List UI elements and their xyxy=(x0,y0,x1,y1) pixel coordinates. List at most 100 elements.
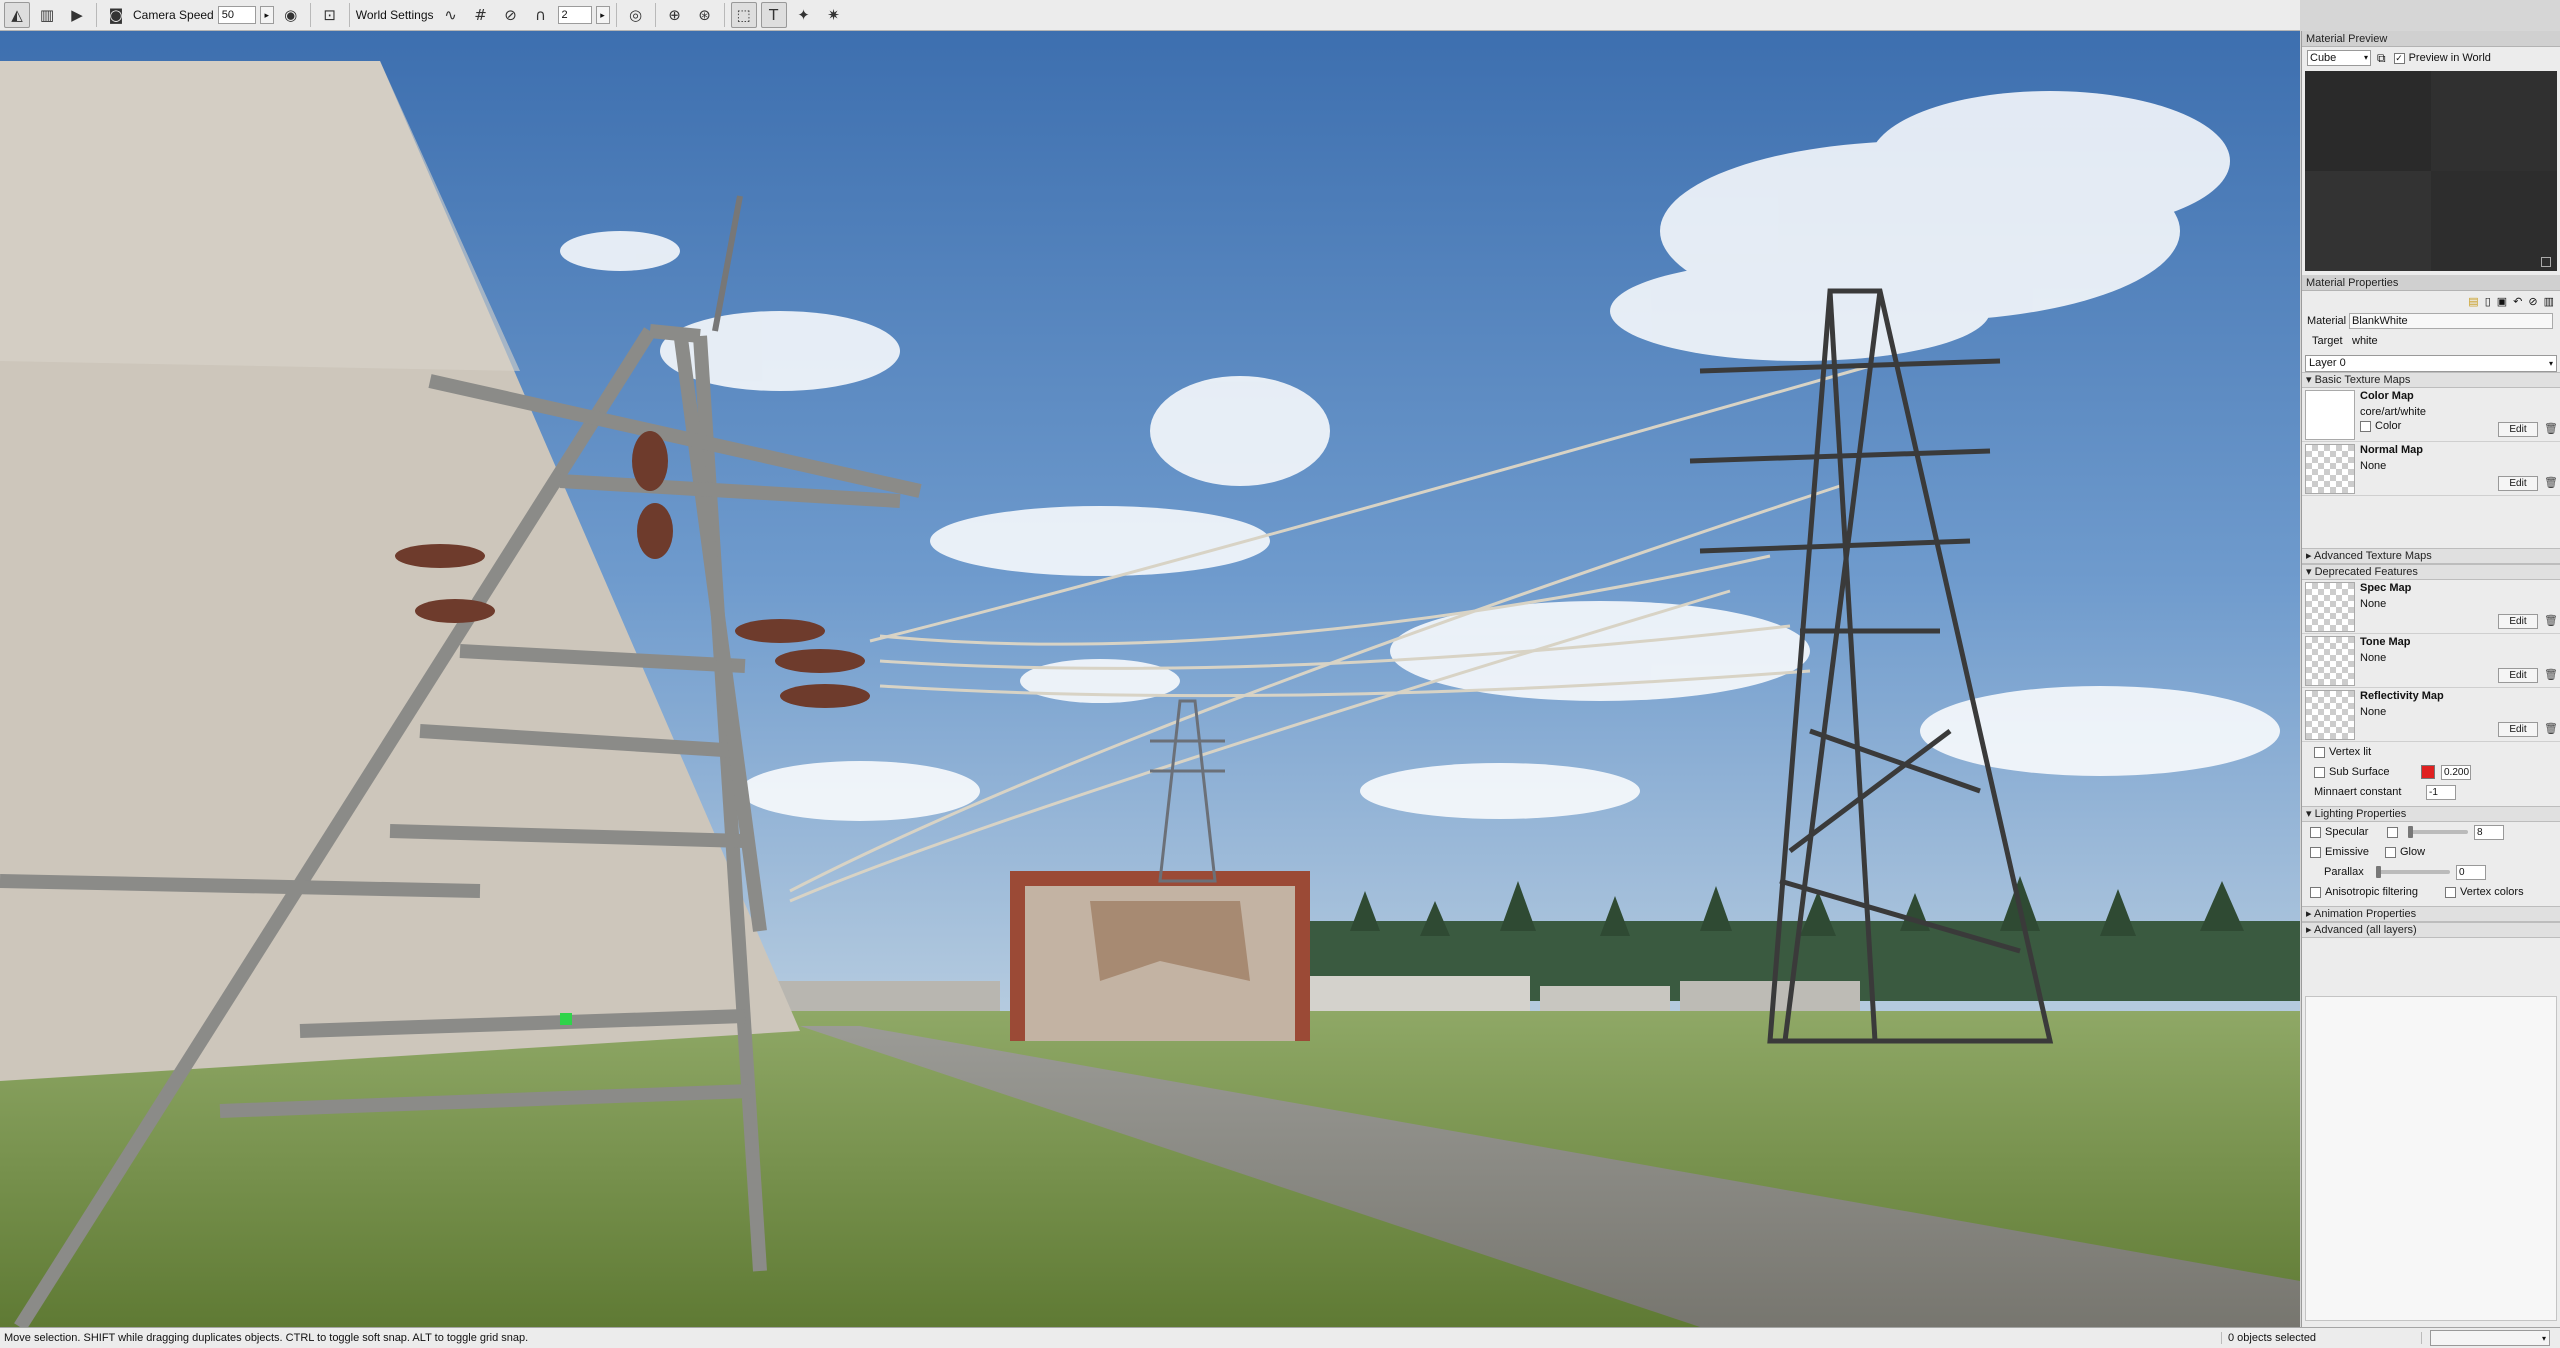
color-map-row: Color Map core/art/white Color Edit 🗑 xyxy=(2302,388,2560,442)
preview-in-world-label: Preview in World xyxy=(2408,52,2491,64)
spec-map-row: Spec Map None Edit 🗑 xyxy=(2302,580,2560,634)
tone-map-edit-button[interactable]: Edit xyxy=(2498,668,2538,683)
tone-map-row: Tone Map None Edit 🗑 xyxy=(2302,634,2560,688)
separator xyxy=(309,3,311,27)
sub-surface-color-swatch[interactable] xyxy=(2421,765,2435,779)
snap-magnet-icon[interactable]: ∩ xyxy=(528,2,554,28)
tone-map-title: Tone Map xyxy=(2360,636,2411,648)
chevron-down-icon: ▾ xyxy=(2363,53,2368,62)
anisotropic-label: Anisotropic filtering xyxy=(2325,886,2418,898)
glow-checkbox[interactable] xyxy=(2385,846,2396,858)
vertex-lit-checkbox[interactable] xyxy=(2314,746,2325,758)
specular-checkbox[interactable] xyxy=(2310,826,2321,838)
material-preview-viewport[interactable] xyxy=(2305,71,2557,271)
camera-speed-arrow-icon[interactable]: ▸ xyxy=(259,6,274,24)
specular-value[interactable]: 8 xyxy=(2474,824,2504,840)
sub-surface-value[interactable]: 0.200 xyxy=(2441,764,2471,780)
specular-slider[interactable] xyxy=(2408,826,2468,838)
color-map-title: Color Map xyxy=(2360,390,2414,402)
trash-icon[interactable]: 🗑 xyxy=(2544,668,2558,683)
preview-in-world-checkbox[interactable]: ✓ xyxy=(2393,52,2405,64)
reflectivity-map-title: Reflectivity Map xyxy=(2360,690,2444,702)
color-checkbox[interactable] xyxy=(2360,420,2371,432)
color-map-edit-button[interactable]: Edit xyxy=(2498,422,2538,437)
normal-map-title: Normal Map xyxy=(2360,444,2423,456)
section-advanced-texture-maps[interactable]: ▸ Advanced Texture Maps xyxy=(2302,548,2560,564)
section-animation-properties[interactable]: ▸ Animation Properties xyxy=(2302,906,2560,922)
parallax-value[interactable]: 0 xyxy=(2456,864,2486,880)
section-advanced-all-layers[interactable]: ▸ Advanced (all layers) xyxy=(2302,922,2560,938)
spec-map-thumbnail[interactable] xyxy=(2305,582,2355,632)
color-map-thumbnail[interactable] xyxy=(2305,390,2355,440)
status-dropdown[interactable]: ▾ xyxy=(2430,1330,2550,1346)
play-game-icon[interactable]: ▶ xyxy=(64,2,90,28)
new-material-icon[interactable]: ▯ xyxy=(2485,295,2491,308)
visibility-eye-icon[interactable]: ◉ xyxy=(278,2,304,28)
explode-prefab-icon[interactable]: ✷ xyxy=(821,2,847,28)
layer-select[interactable]: Layer 0 ▾ xyxy=(2305,355,2557,372)
reflectivity-map-edit-button[interactable]: Edit xyxy=(2498,722,2538,737)
trash-icon[interactable]: 🗑 xyxy=(2544,476,2558,491)
grid-snap-icon[interactable]: # xyxy=(468,2,494,28)
chevron-down-icon: ▾ xyxy=(2541,1333,2546,1343)
camera-icon[interactable]: ◙ xyxy=(103,2,129,28)
world-editor-icon[interactable]: ◭ xyxy=(4,2,30,28)
normal-map-row: Normal Map None Edit 🗑 xyxy=(2302,442,2560,496)
open-folder-icon[interactable]: ▤ xyxy=(2468,295,2478,308)
tone-map-thumbnail[interactable] xyxy=(2305,636,2355,686)
object-center-icon[interactable]: ◎ xyxy=(623,2,649,28)
select-box-icon[interactable]: ⬚ xyxy=(730,2,757,28)
section-lighting-properties[interactable]: ▾ Lighting Properties xyxy=(2302,806,2560,822)
anisotropic-checkbox[interactable] xyxy=(2310,886,2321,898)
preview-shape-select[interactable]: Cube ▾ xyxy=(2307,50,2371,66)
section-deprecated-features[interactable]: ▾ Deprecated Features xyxy=(2302,564,2560,580)
world-transform-icon[interactable]: ⊛ xyxy=(692,2,718,28)
separator xyxy=(348,3,350,27)
revert-icon[interactable]: ↶ xyxy=(2513,295,2522,308)
section-basic-texture-maps[interactable]: ▾ Basic Texture Maps xyxy=(2302,372,2560,388)
normal-map-thumbnail[interactable] xyxy=(2305,444,2355,494)
parallax-slider[interactable] xyxy=(2376,866,2450,878)
panel-empty-area xyxy=(2305,996,2557,1321)
delete-icon[interactable]: ▥ xyxy=(2544,295,2554,308)
world-settings-label[interactable]: World Settings xyxy=(356,8,434,22)
spec-map-edit-button[interactable]: Edit xyxy=(2498,614,2538,629)
text-label-icon[interactable]: T xyxy=(760,2,787,28)
gui-editor-icon[interactable]: ▥ xyxy=(34,2,60,28)
fit-view-icon[interactable]: ⊡ xyxy=(317,2,343,28)
trash-icon[interactable]: 🗑 xyxy=(2544,422,2558,437)
specular-color-swatch[interactable] xyxy=(2387,826,2398,838)
sub-surface-checkbox[interactable] xyxy=(2314,766,2325,778)
separator xyxy=(723,3,725,27)
trash-icon[interactable]: 🗑 xyxy=(2544,614,2558,629)
preview-options-icon[interactable]: ⧉ xyxy=(2377,51,2386,66)
minnaert-value[interactable]: -1 xyxy=(2426,784,2456,800)
snap-size-input[interactable]: 2 xyxy=(557,6,592,24)
snap-terrain-icon[interactable]: ∿ xyxy=(438,2,464,28)
layer-select-value: Layer 0 xyxy=(2309,357,2346,369)
material-name-field[interactable]: BlankWhite xyxy=(2349,313,2553,329)
spec-map-path: None xyxy=(2360,598,2387,610)
snap-bounds-icon[interactable]: ⊘ xyxy=(498,2,524,28)
reflectivity-map-row: Reflectivity Map None Edit 🗑 xyxy=(2302,688,2560,742)
section-deprecated-features-label: Deprecated Features xyxy=(2314,566,2418,578)
material-preview-title: Material Preview xyxy=(2302,31,2560,47)
vertex-colors-checkbox[interactable] xyxy=(2445,886,2456,898)
save-icon[interactable]: ▣ xyxy=(2497,295,2507,308)
material-editor-panel: Material Preview Cube ▾ ⧉ ✓ Preview in W… xyxy=(2301,31,2560,1327)
trash-icon[interactable]: 🗑 xyxy=(2544,722,2558,737)
separator xyxy=(615,3,617,27)
reflectivity-map-thumbnail[interactable] xyxy=(2305,690,2355,740)
material-properties-title: Material Properties xyxy=(2302,275,2560,291)
snap-size-arrow-icon[interactable]: ▸ xyxy=(595,6,610,24)
bounds-center-icon[interactable]: ⊕ xyxy=(662,2,688,28)
normal-map-edit-button[interactable]: Edit xyxy=(2498,476,2538,491)
clear-icon[interactable]: ⊘ xyxy=(2528,295,2537,308)
status-bar: Move selection. SHIFT while dragging dup… xyxy=(0,1327,2560,1348)
resize-handle-icon[interactable] xyxy=(2541,257,2551,267)
camera-speed-input[interactable]: 50 xyxy=(217,6,256,24)
emissive-checkbox[interactable] xyxy=(2310,846,2321,858)
prefab-icon[interactable]: ✦ xyxy=(791,2,817,28)
glow-label: Glow xyxy=(2400,846,2426,858)
world-viewport[interactable] xyxy=(0,31,2300,1327)
